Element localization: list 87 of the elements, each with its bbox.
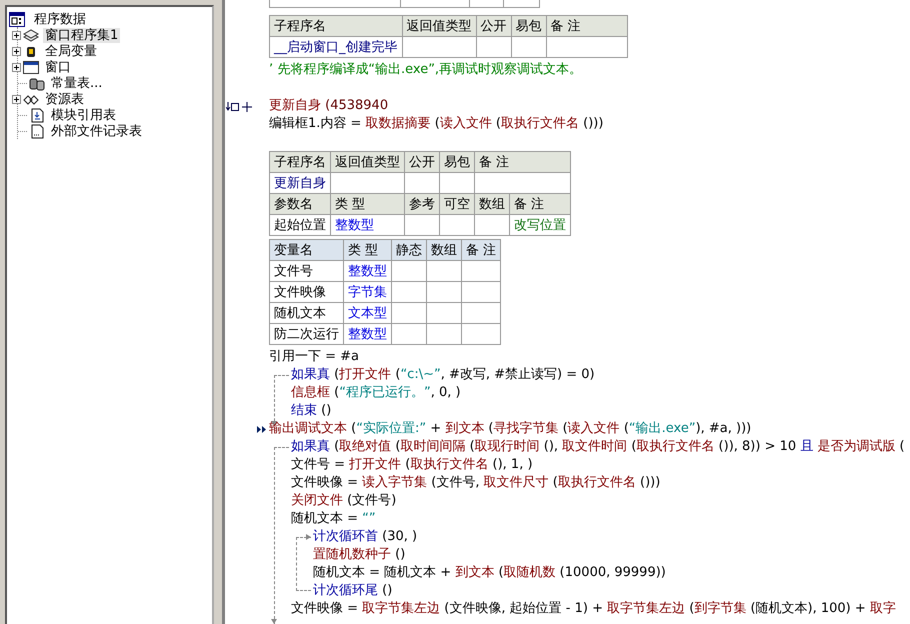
tree-item-label[interactable]: 常量表... bbox=[49, 76, 104, 90]
expand-icon[interactable] bbox=[12, 46, 21, 56]
code-line[interactable]: 文件映像 = 读入字节集 (文件号, 取文件尺寸 (取执行文件名 ())) bbox=[291, 474, 660, 492]
table-cell[interactable]: 文件映像 bbox=[270, 282, 344, 302]
code-line[interactable]: 计次循环尾 () bbox=[313, 582, 392, 600]
column-header: 返回值类型 bbox=[330, 152, 404, 172]
table-cell bbox=[474, 214, 510, 236]
code-line[interactable]: 如果真 (取绝对值 (取时间间隔 (取现行时间 (), 取文件时间 (取执行文件名 ()), 8)) > 10 且 是否为调试版 ( bbox=[291, 438, 905, 456]
column-header: 子程序名 bbox=[270, 152, 330, 172]
code-line[interactable]: 结束 () bbox=[291, 402, 332, 420]
expand-icon[interactable] bbox=[12, 94, 21, 104]
table-cell bbox=[462, 302, 501, 324]
table-cell bbox=[440, 214, 474, 236]
table-cell bbox=[426, 324, 462, 344]
code-line[interactable]: 如果真 (打开文件 (“c:\~”, #改写, #禁止读写) = 0) bbox=[291, 366, 595, 384]
table-cell[interactable]: 字节集 bbox=[344, 282, 392, 302]
table-cell[interactable]: 防二次运行 bbox=[270, 324, 344, 344]
expand-icon[interactable] bbox=[12, 62, 21, 72]
table-cell bbox=[426, 302, 462, 324]
table-cell[interactable]: 改写位置 bbox=[510, 214, 570, 236]
column-header: 备 注 bbox=[474, 152, 570, 172]
file-icon bbox=[29, 124, 45, 138]
tree-item-label[interactable]: 窗口程序集1 bbox=[43, 28, 120, 42]
table-cell bbox=[462, 282, 501, 302]
column-header: 子程序名 bbox=[270, 16, 402, 36]
table-cell bbox=[392, 302, 426, 324]
table-cell[interactable]: 文件号 bbox=[270, 260, 344, 282]
tree-item-label[interactable]: 程序数据 bbox=[32, 12, 88, 26]
code-line[interactable]: 文件映像 = 取字节集左边 (文件映像, 起始位置 - 1) + 取字节集左边 (到字节集 (随机文本), 100) + 取字 bbox=[291, 600, 896, 618]
tree-item-label[interactable]: 全局变量 bbox=[43, 44, 99, 58]
column-header: 类 型 bbox=[330, 194, 404, 214]
window-icon bbox=[23, 60, 39, 74]
code-line[interactable]: 更新自身 (4538940 bbox=[269, 97, 388, 115]
column-header: 易包 bbox=[440, 152, 474, 172]
column-header: 公开 bbox=[404, 152, 440, 172]
code-line[interactable]: 输出调试文本 (“实际位置:” + 到文本 (寻找字节集 (读入文件 (“输出.exe”), #a, ))) bbox=[269, 420, 752, 438]
column-header: 返回值类型 bbox=[402, 16, 476, 36]
column-header: 可空 bbox=[440, 194, 474, 214]
code-line[interactable]: 编辑框1.内容 = 取数据摘要 (读入文件 (取执行文件名 ())) bbox=[269, 115, 604, 133]
column-header: 备 注 bbox=[510, 194, 570, 214]
code-line[interactable]: 引用一下 = #a bbox=[269, 348, 360, 366]
reference-icon bbox=[29, 108, 45, 122]
table-cell[interactable]: 整数型 bbox=[344, 324, 392, 344]
table-cell bbox=[404, 214, 440, 236]
code-line[interactable]: 置随机数种子 () bbox=[313, 546, 406, 564]
column-header: 数组 bbox=[426, 240, 462, 260]
tree-item-label[interactable]: 资源表 bbox=[43, 92, 86, 106]
table-cell bbox=[392, 324, 426, 344]
module-icon bbox=[23, 28, 39, 42]
table-cell bbox=[462, 260, 501, 282]
table-cell bbox=[392, 260, 426, 282]
table-cell bbox=[476, 36, 511, 58]
column-header: 参考 bbox=[404, 194, 440, 214]
column-header: 备 注 bbox=[546, 16, 627, 36]
code-line[interactable]: 文件号 = 打开文件 (取执行文件名 (), 1, ) bbox=[291, 456, 533, 474]
column-header: 类 型 bbox=[344, 240, 392, 260]
column-header: 公开 bbox=[476, 16, 511, 36]
code-line[interactable]: 随机文本 = “” bbox=[291, 510, 376, 528]
table-cell bbox=[392, 282, 426, 302]
table-cell bbox=[462, 324, 501, 344]
table-cell bbox=[426, 260, 462, 282]
column-header: 数组 bbox=[474, 194, 510, 214]
column-header: 参数名 bbox=[270, 194, 330, 214]
tree-item-label[interactable]: 外部文件记录表 bbox=[49, 124, 144, 138]
table-cell[interactable]: 文本型 bbox=[344, 302, 392, 324]
tree-item-label[interactable]: 模块引用表 bbox=[49, 108, 118, 122]
code-line[interactable]: 计次循环首 (30, ) bbox=[313, 528, 418, 546]
table-cell bbox=[426, 282, 462, 302]
table-cell[interactable]: 整数型 bbox=[344, 260, 392, 282]
table-cell[interactable]: __启动窗口_创建完毕 bbox=[270, 36, 402, 58]
constant-icon bbox=[29, 76, 45, 90]
project-icon bbox=[9, 12, 25, 26]
column-header: 备 注 bbox=[462, 240, 501, 260]
table-cell[interactable]: 起始位置 bbox=[270, 214, 330, 236]
table-cell[interactable]: 整数型 bbox=[330, 214, 404, 236]
table-cell[interactable]: 随机文本 bbox=[270, 302, 344, 324]
code-comment[interactable]: ’ 先将程序编译成“输出.exe”,再调试时观察调试文本。 bbox=[269, 61, 582, 79]
tree-item-label[interactable]: 窗口 bbox=[43, 60, 73, 74]
code-line[interactable]: 随机文本 = 随机文本 + 到文本 (取随机数 (10000, 99999)) bbox=[313, 564, 666, 582]
code-line[interactable]: 关闭文件 (文件号) bbox=[291, 492, 396, 510]
code-line[interactable]: 信息框 (“程序已运行。”, 0, ) bbox=[291, 384, 461, 402]
fold-marker-icon[interactable] bbox=[226, 101, 254, 113]
column-header: 易包 bbox=[511, 16, 546, 36]
column-header: 变量名 bbox=[270, 240, 344, 260]
column-header: 静态 bbox=[392, 240, 426, 260]
expand-icon[interactable] bbox=[12, 30, 21, 40]
table-cell bbox=[511, 36, 546, 58]
